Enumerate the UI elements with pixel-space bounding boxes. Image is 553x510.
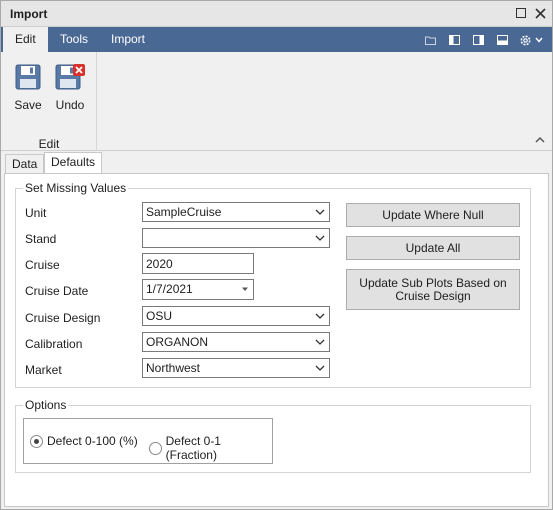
undo-button[interactable]: Undo: [52, 63, 88, 112]
settings-dropdown-button[interactable]: [517, 33, 545, 47]
tab-tools[interactable]: Tools: [48, 27, 100, 52]
collapse-ribbon-icon[interactable]: [534, 134, 546, 146]
cruise-design-label: Cruise Design: [25, 311, 101, 325]
title-bar: Import: [1, 1, 552, 27]
tab-import[interactable]: Import: [99, 27, 157, 52]
tab-defaults[interactable]: Defaults: [44, 152, 103, 174]
radio-unchecked-icon: [149, 441, 162, 455]
cruise-label: Cruise: [25, 258, 60, 272]
calibration-label: Calibration: [25, 337, 83, 351]
chevron-down-icon: [535, 37, 543, 43]
defect-percent-label: Defect 0-100 (%): [47, 434, 138, 448]
radio-checked-icon: [30, 434, 43, 448]
chevron-down-icon: [315, 235, 325, 241]
stand-combo[interactable]: [142, 228, 330, 248]
unit-value: SampleCruise: [146, 205, 222, 219]
ribbon-tab-strip: Edit Tools Import: [1, 27, 552, 52]
folder-icon: [424, 36, 436, 45]
cruise-date-value: 1/7/2021: [146, 282, 193, 296]
defect-fraction-radio[interactable]: Defect 0-1 (Fraction): [149, 434, 272, 462]
defaults-panel: Set Missing Values Unit SampleCruise Sta…: [4, 173, 549, 507]
stand-label: Stand: [25, 232, 57, 246]
tab-edit[interactable]: Edit: [3, 27, 48, 52]
cruise-input[interactable]: [143, 254, 253, 273]
save-button[interactable]: Save: [10, 63, 46, 112]
undo-label: Undo: [55, 98, 85, 112]
unit-label: Unit: [25, 206, 47, 220]
options-legend: Options: [23, 398, 69, 412]
defect-radio-group: Defect 0-100 (%) Defect 0-1 (Fraction): [23, 418, 273, 464]
ribbon-group-label: Edit: [38, 137, 60, 151]
cruise-design-combo[interactable]: OSU: [142, 306, 330, 326]
chevron-down-icon: [315, 209, 325, 215]
market-value: Northwest: [146, 361, 201, 375]
cruise-date-label: Cruise Date: [25, 284, 89, 298]
options-group: Options Defect 0-100 (%) Defect 0-1 (Fra…: [15, 398, 531, 473]
restore-icon: [516, 8, 526, 18]
document-tabs: Data Defaults: [1, 152, 552, 174]
missing-values-group: Set Missing Values Unit SampleCruise Sta…: [15, 181, 531, 388]
chevron-down-icon: [315, 365, 325, 371]
defect-fraction-label: Defect 0-1 (Fraction): [165, 434, 221, 462]
close-icon: [534, 7, 546, 19]
cruise-date-picker[interactable]: 1/7/2021: [142, 279, 254, 300]
dock-left-icon: [448, 35, 460, 45]
chevron-down-icon: [315, 313, 325, 319]
floppy-disk-discard-icon: [55, 64, 85, 90]
close-button[interactable]: [533, 6, 547, 20]
ribbon-panel: Save Undo Edit: [1, 52, 552, 151]
unit-combo[interactable]: SampleCruise: [142, 202, 330, 222]
dock-bottom-icon: [496, 35, 508, 45]
layout-bottom-button[interactable]: [495, 33, 509, 47]
floppy-disk-icon: [15, 64, 41, 90]
update-where-null-button[interactable]: Update Where Null: [346, 203, 520, 227]
gear-icon: [520, 35, 531, 45]
restore-button[interactable]: [514, 6, 528, 20]
calibration-value: ORGANON: [146, 335, 209, 349]
calibration-combo[interactable]: ORGANON: [142, 332, 330, 352]
update-sub-plots-button[interactable]: Update Sub Plots Based on Cruise Design: [346, 269, 520, 310]
cruise-design-value: OSU: [146, 309, 173, 323]
layout-folder-button[interactable]: [423, 33, 437, 47]
caret-down-icon: [242, 287, 248, 291]
import-window: Import Edit Tools Import Save Undo Edit …: [0, 0, 553, 510]
missing-values-legend: Set Missing Values: [23, 181, 129, 195]
defect-percent-radio[interactable]: Defect 0-100 (%): [30, 434, 138, 448]
tab-data[interactable]: Data: [5, 154, 45, 174]
dock-right-icon: [472, 35, 484, 45]
cruise-field[interactable]: [142, 253, 254, 274]
ribbon-group-edit: Save Undo Edit: [1, 52, 97, 151]
layout-left-button[interactable]: [447, 33, 461, 47]
window-title: Import: [10, 7, 48, 21]
market-label: Market: [25, 363, 62, 377]
market-combo[interactable]: Northwest: [142, 358, 330, 378]
chevron-down-icon: [315, 339, 325, 345]
layout-right-button[interactable]: [471, 33, 485, 47]
update-all-button[interactable]: Update All: [346, 236, 520, 260]
save-label: Save: [14, 98, 42, 112]
